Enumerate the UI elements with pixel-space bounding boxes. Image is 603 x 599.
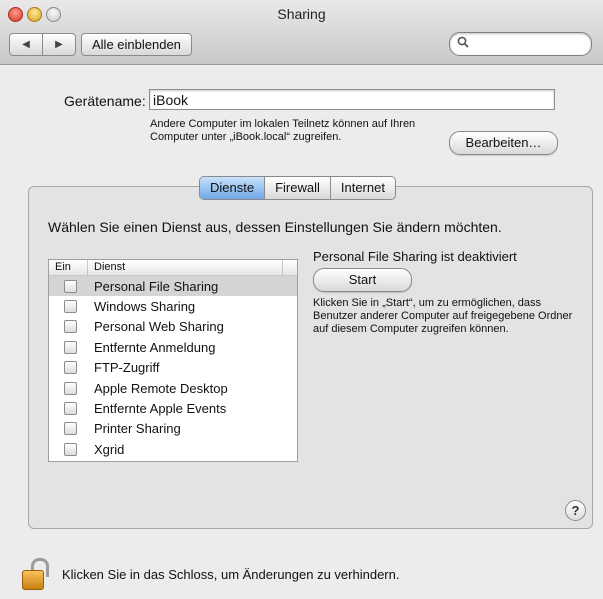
window-titlebar: Sharing ◀ ▶ Alle einblenden xyxy=(0,0,603,65)
help-button[interactable]: ? xyxy=(565,500,586,521)
service-label: Windows Sharing xyxy=(94,299,196,315)
service-help-text: Klicken Sie in „Start“, um zu ermögliche… xyxy=(313,297,573,335)
edit-button[interactable]: Bearbeiten… xyxy=(449,131,558,155)
services-table[interactable]: Ein Dienst Personal File Sharing Windows… xyxy=(48,259,298,462)
search-icon xyxy=(457,36,469,51)
column-header-end xyxy=(282,260,297,275)
service-status-text: Personal File Sharing ist deaktiviert xyxy=(313,249,517,264)
computer-name-description: Andere Computer im lokalen Teilnetz könn… xyxy=(150,118,416,143)
service-label: Apple Remote Desktop xyxy=(94,380,228,396)
service-row-windows-sharing[interactable]: Windows Sharing xyxy=(49,296,297,316)
service-label: Personal File Sharing xyxy=(94,278,219,294)
service-checkbox[interactable] xyxy=(64,320,77,334)
service-row-personal-web-sharing[interactable]: Personal Web Sharing xyxy=(49,317,297,337)
service-label: Xgrid xyxy=(94,441,125,457)
search-field[interactable] xyxy=(449,32,592,56)
column-header-service[interactable]: Dienst xyxy=(88,260,282,275)
window-title: Sharing xyxy=(277,6,326,22)
start-button[interactable]: Start xyxy=(313,268,412,292)
service-checkbox[interactable] xyxy=(64,300,77,314)
show-all-button[interactable]: Alle einblenden xyxy=(81,33,192,56)
computer-name-label: Gerätename: xyxy=(64,93,146,109)
service-checkbox[interactable] xyxy=(64,402,77,416)
service-checkbox[interactable] xyxy=(64,381,77,395)
column-header-on[interactable]: Ein xyxy=(49,260,88,275)
service-row-apple-remote-desktop[interactable]: Apple Remote Desktop xyxy=(49,378,297,398)
service-row-personal-file-sharing[interactable]: Personal File Sharing xyxy=(49,276,297,297)
service-row-remote-apple-events[interactable]: Entfernte Apple Events xyxy=(49,398,297,418)
service-checkbox[interactable] xyxy=(64,340,77,354)
back-button[interactable]: ◀ xyxy=(10,34,42,55)
lock-icon[interactable] xyxy=(22,558,52,590)
navigation-buttons: ◀ ▶ xyxy=(9,33,76,56)
service-label: Entfernte Anmeldung xyxy=(94,339,216,355)
lock-body xyxy=(22,570,44,590)
service-row-ftp-access[interactable]: FTP-Zugriff xyxy=(49,358,297,378)
service-label: Printer Sharing xyxy=(94,421,181,437)
tab-internet[interactable]: Internet xyxy=(329,177,395,199)
service-label: Personal Web Sharing xyxy=(94,319,224,335)
service-row-printer-sharing[interactable]: Printer Sharing xyxy=(49,419,297,439)
service-label: Entfernte Apple Events xyxy=(94,401,227,417)
tab-bar: Dienste Firewall Internet xyxy=(199,176,396,200)
services-table-header: Ein Dienst xyxy=(49,260,297,276)
tab-services[interactable]: Dienste xyxy=(200,177,265,199)
service-checkbox[interactable] xyxy=(64,422,77,436)
computer-name-field[interactable]: iBook xyxy=(149,89,555,110)
forward-button[interactable]: ▶ xyxy=(42,34,75,55)
service-checkbox[interactable] xyxy=(64,442,77,456)
service-checkbox[interactable] xyxy=(64,279,77,293)
service-checkbox[interactable] xyxy=(64,361,77,375)
forward-arrow-icon: ▶ xyxy=(55,39,63,50)
instruction-text: Wählen Sie einen Dienst aus, dessen Eins… xyxy=(48,219,502,235)
service-row-remote-login[interactable]: Entfernte Anmeldung xyxy=(49,337,297,357)
lock-instruction-text: Klicken Sie in das Schloss, um Änderunge… xyxy=(62,567,400,582)
service-label: FTP-Zugriff xyxy=(94,360,160,376)
service-row-xgrid[interactable]: Xgrid xyxy=(49,439,297,459)
back-arrow-icon: ◀ xyxy=(22,39,30,50)
tab-firewall[interactable]: Firewall xyxy=(264,177,330,199)
